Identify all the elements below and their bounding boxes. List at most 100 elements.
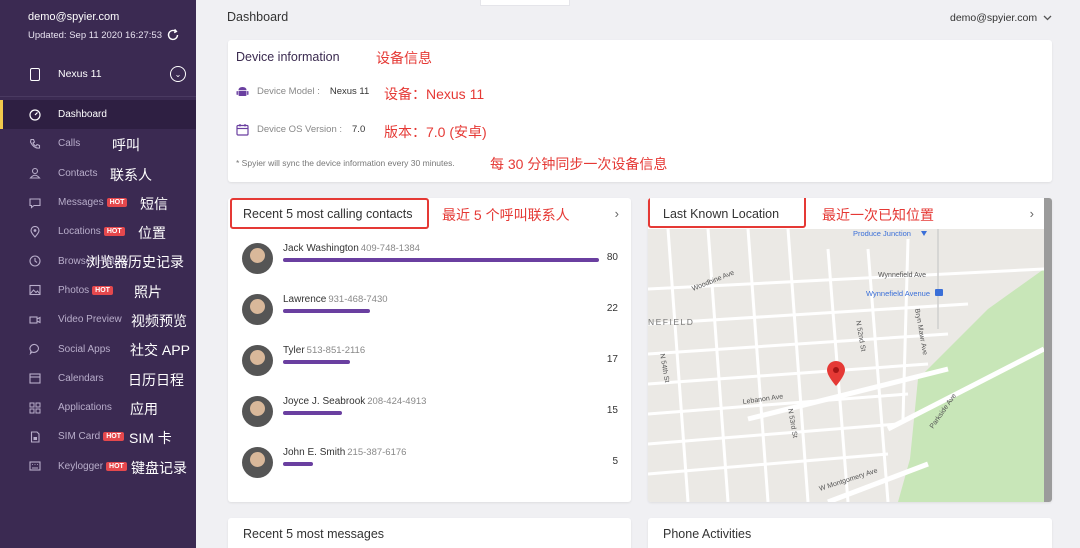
device-name: Nexus 11 bbox=[58, 68, 102, 80]
sidebar-item-label: Dashboard bbox=[58, 109, 107, 121]
menu-annotation: 日历日程 bbox=[128, 371, 184, 388]
sidebar-item-dashboard[interactable]: Dashboard bbox=[0, 100, 196, 130]
call-count-bar bbox=[283, 360, 351, 364]
contact-phone: 513-851-2116 bbox=[306, 345, 366, 356]
location-map[interactable]: Produce Junction Wynnefield Ave Wynnefie… bbox=[648, 229, 1044, 502]
annotation: 设备：Nexus 11 bbox=[384, 86, 485, 102]
sidebar-item-label: Contacts bbox=[58, 167, 98, 179]
sidebar-item-label: SIM Card bbox=[58, 431, 101, 443]
phone-icon bbox=[29, 138, 41, 150]
sidebar-item-locations[interactable]: Locations HOT bbox=[0, 217, 196, 246]
sync-status: Updated: Sep 11 2020 16:27:53 bbox=[28, 28, 196, 42]
annotation: 每 30 分钟同步一次设备信息 bbox=[490, 156, 668, 172]
highlight-box bbox=[648, 198, 806, 228]
menu-annotation: 短信 bbox=[140, 195, 168, 212]
scrollbar[interactable] bbox=[1044, 198, 1052, 502]
sidebar-item-photos[interactable]: Photos HOT bbox=[0, 276, 196, 305]
message-icon bbox=[29, 197, 41, 209]
sidebar-item-label: Locations bbox=[58, 226, 101, 238]
call-count-bar bbox=[283, 462, 313, 466]
contact-phone: 409-748-1384 bbox=[360, 243, 420, 254]
call-count: 15 bbox=[606, 405, 618, 416]
sidebar-item-contacts[interactable]: Contacts bbox=[0, 159, 196, 188]
keyboard-icon bbox=[29, 460, 41, 472]
map-label-wynnefield: Wynnefield Ave bbox=[878, 272, 926, 279]
menu-annotation: 键盘记录 bbox=[131, 459, 187, 476]
device-model-row: Device Model : Nexus 11 bbox=[236, 85, 369, 98]
menu-annotation: 视频预览 bbox=[131, 313, 187, 330]
contact-name: John E. Smith 215-387-6176 bbox=[283, 447, 406, 458]
image-icon bbox=[29, 284, 41, 296]
avatar bbox=[242, 396, 273, 427]
call-count: 22 bbox=[606, 303, 618, 314]
menu-annotation: 联系人 bbox=[110, 166, 152, 183]
device-info-card: Device information 设备信息 Device Model : N… bbox=[228, 40, 1052, 182]
hot-badge: HOT bbox=[103, 227, 125, 237]
account-email: demo@spyier.com bbox=[950, 12, 1038, 24]
chevron-right-icon[interactable]: › bbox=[1030, 206, 1034, 221]
avatar bbox=[242, 345, 273, 376]
contact-name: Lawrence 931-468-7430 bbox=[283, 294, 388, 305]
contact-name-text: Tyler bbox=[283, 345, 305, 356]
calling-contacts-card: Recent 5 most calling contacts › 最近 5 个呼… bbox=[228, 198, 631, 502]
card-title: Recent 5 most messages bbox=[243, 527, 385, 541]
calendar-icon bbox=[236, 124, 249, 136]
call-count-bar bbox=[283, 309, 370, 313]
video-icon bbox=[29, 314, 41, 326]
contact-phone: 931-468-7430 bbox=[328, 294, 388, 305]
sidebar-item-label: Applications bbox=[58, 402, 112, 414]
chevron-right-icon[interactable]: › bbox=[615, 206, 619, 221]
chevron-down-icon[interactable]: ⌄ bbox=[170, 66, 186, 82]
menu-annotation: 呼叫 bbox=[112, 137, 140, 154]
contact-name-text: Jack Washington bbox=[283, 243, 359, 254]
call-count-bar bbox=[283, 411, 343, 415]
calendar-icon bbox=[29, 372, 41, 384]
account-menu[interactable]: demo@spyier.com bbox=[950, 12, 1052, 24]
user-icon bbox=[29, 167, 41, 179]
avatar bbox=[242, 294, 273, 325]
hot-badge: HOT bbox=[106, 461, 127, 471]
contact-name-text: Lawrence bbox=[283, 294, 327, 305]
map-label-district: NEFIELD bbox=[648, 317, 694, 327]
menu-annotation: 位置 bbox=[138, 225, 166, 242]
avatar bbox=[242, 447, 273, 478]
menu-annotation: SIM 卡 bbox=[129, 430, 172, 447]
sidebar-item-label: Social Apps bbox=[58, 343, 111, 355]
refresh-icon[interactable] bbox=[166, 28, 180, 42]
contact-row[interactable]: Lawrence 931-468-7430 22 bbox=[242, 290, 620, 330]
device-model-value: Nexus 11 bbox=[329, 86, 370, 97]
hot-badge: HOT bbox=[106, 198, 128, 208]
sidebar-item-label: Calls bbox=[58, 138, 81, 150]
contact-row[interactable]: Joyce J. Seabrook 208-424-4913 15 bbox=[242, 392, 620, 432]
device-os-label: Device OS Version : bbox=[257, 124, 343, 135]
contact-row[interactable]: Tyler 513-851-2116 17 bbox=[242, 341, 620, 381]
device-os-value: 7.0 bbox=[352, 124, 366, 135]
device-selector[interactable]: Nexus 11 ⌄ bbox=[0, 62, 196, 86]
avatar bbox=[242, 243, 273, 274]
sidebar-email: demo@spyier.com bbox=[28, 11, 120, 23]
chevron-down-icon bbox=[1043, 15, 1052, 21]
highlight-box bbox=[230, 198, 429, 229]
contact-name-text: John E. Smith bbox=[283, 447, 346, 458]
menu-annotation: 浏览器历史记录 bbox=[86, 253, 184, 270]
map-canvas: Produce Junction Wynnefield Ave Wynnefie… bbox=[648, 229, 1044, 502]
device-info-title: Device information bbox=[236, 50, 340, 64]
sidebar-item-label: Messages bbox=[58, 197, 104, 209]
chat-bubble-icon bbox=[29, 343, 41, 356]
menu-annotation: 应用 bbox=[130, 401, 158, 417]
menu-annotation: 社交 APP bbox=[130, 342, 190, 359]
call-count: 17 bbox=[606, 354, 618, 365]
contact-row[interactable]: Jack Washington 409-748-1384 80 bbox=[242, 239, 620, 279]
sidebar-item-calls[interactable]: Calls bbox=[0, 129, 196, 158]
hot-badge: HOT bbox=[103, 432, 125, 442]
contact-name: Jack Washington 409-748-1384 bbox=[283, 243, 420, 254]
map-label-produce: Produce Junction bbox=[853, 229, 911, 238]
annotation: 设备信息 bbox=[376, 50, 432, 66]
location-card: Last Known Location › 最近一次已知位置 Produce J… bbox=[648, 198, 1052, 502]
sidebar-item-applications[interactable]: Applications bbox=[0, 393, 196, 422]
top-tab bbox=[480, 0, 570, 6]
contact-row[interactable]: John E. Smith 215-387-6176 5 bbox=[242, 443, 620, 483]
call-count: 5 bbox=[612, 456, 618, 467]
phone-activities-card: Phone Activities bbox=[648, 518, 1052, 548]
contact-name-text: Joyce J. Seabrook bbox=[283, 396, 366, 407]
